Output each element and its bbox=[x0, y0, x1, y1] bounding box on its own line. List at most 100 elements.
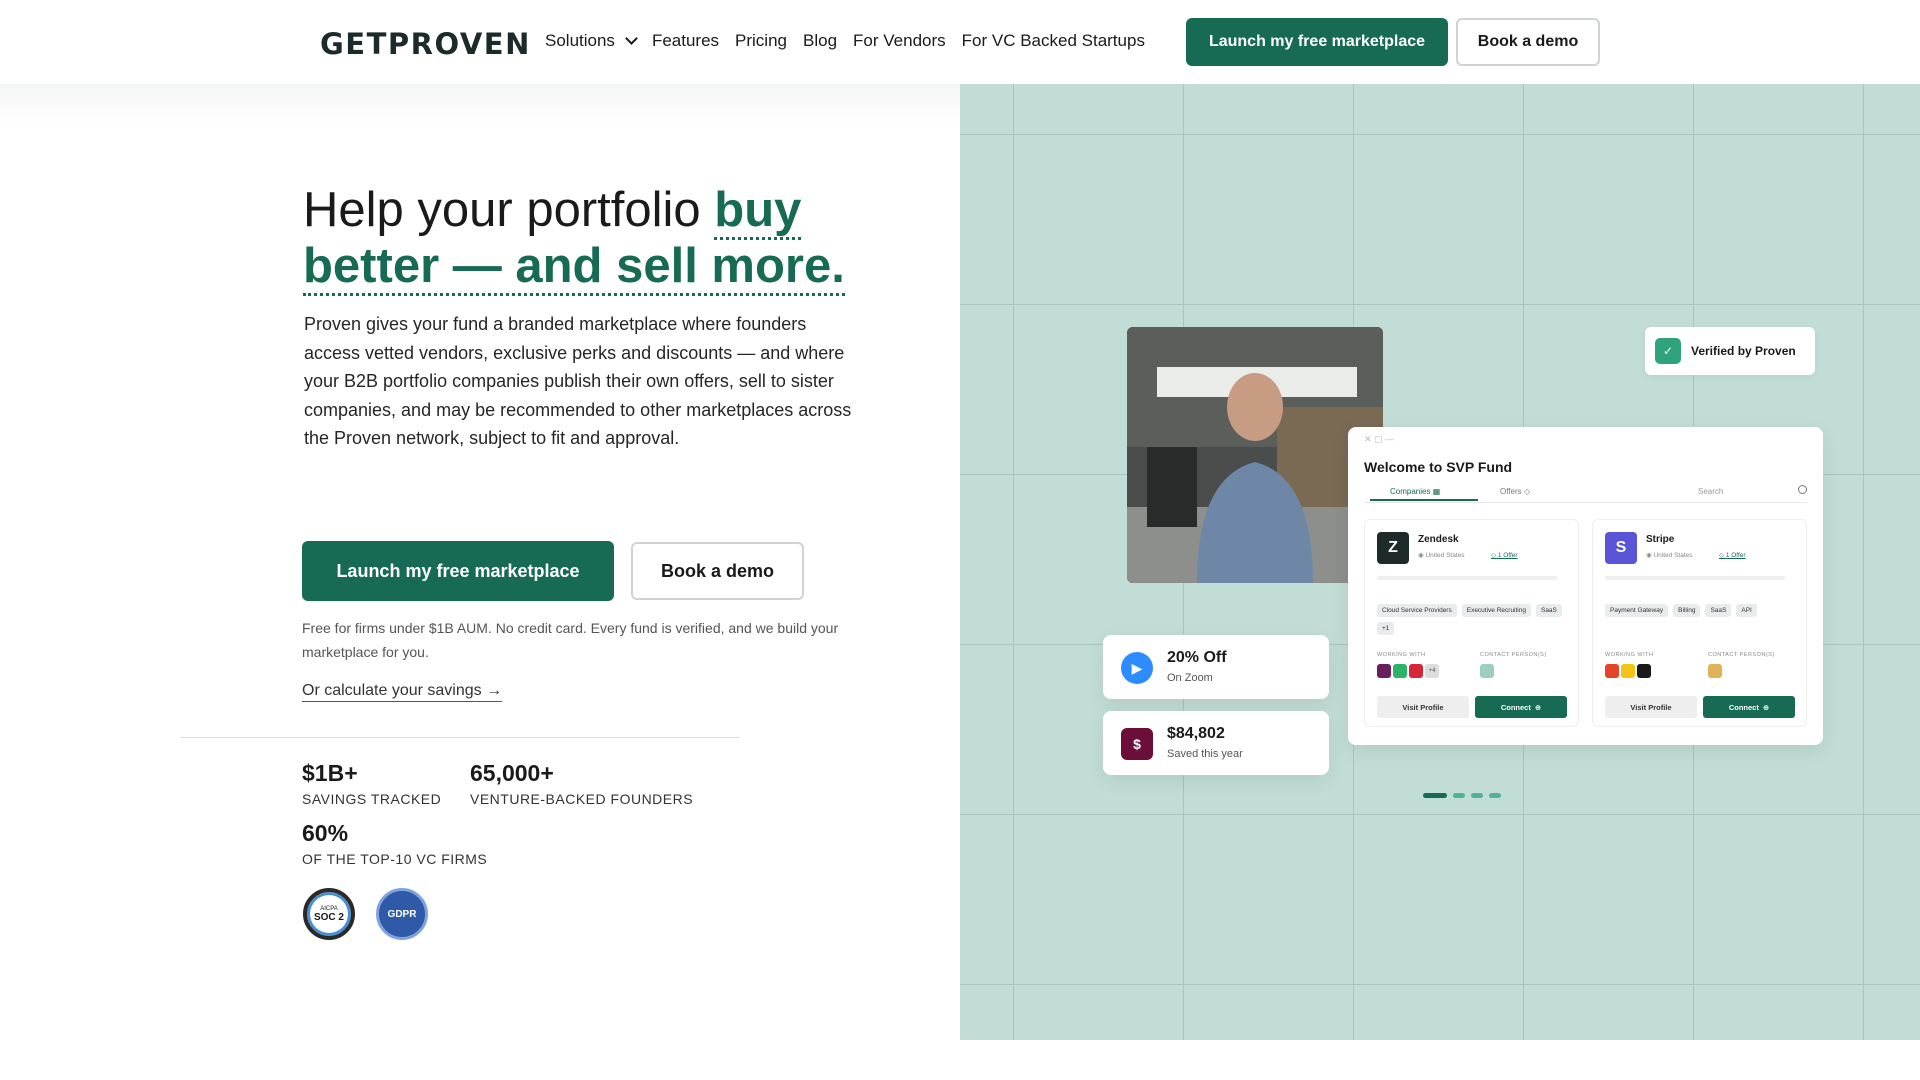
stripe-logo-icon: S bbox=[1605, 532, 1637, 564]
contact-avatar bbox=[1708, 664, 1722, 678]
tab-divider bbox=[1364, 502, 1807, 503]
divider bbox=[180, 737, 740, 738]
tab-companies-label: Companies bbox=[1390, 487, 1431, 496]
tag: SaaS bbox=[1535, 604, 1562, 617]
nav-pricing[interactable]: Pricing bbox=[735, 31, 787, 51]
calculate-savings-link[interactable]: Or calculate your savings → bbox=[302, 682, 503, 702]
plus-circle-icon: ⊕ bbox=[1762, 702, 1770, 712]
company-card-stripe[interactable]: S Stripe ◉ United States ◇ 1 Offer Payme… bbox=[1592, 519, 1807, 727]
verified-label: Verified by Proven bbox=[1691, 344, 1796, 358]
nav-shadow bbox=[0, 84, 960, 124]
tag: Executive Recruiting bbox=[1461, 604, 1531, 617]
grid-line bbox=[960, 134, 1920, 135]
logo[interactable]: GETPROVEN bbox=[320, 27, 531, 61]
tag: API bbox=[1736, 604, 1757, 617]
contact-avatar bbox=[1480, 664, 1494, 678]
description-placeholder bbox=[1377, 576, 1557, 580]
headline-accent-sell: better — and sell more. bbox=[303, 239, 845, 296]
tag-list: Cloud Service Providers Executive Recrui… bbox=[1377, 604, 1567, 635]
carousel-dot[interactable] bbox=[1453, 793, 1465, 798]
offer-link[interactable]: ◇ 1 Offer bbox=[1719, 551, 1746, 559]
carousel-dot-active[interactable] bbox=[1423, 793, 1447, 798]
stat-label: OF THE TOP-10 VC FIRMS bbox=[302, 851, 488, 867]
nav-features[interactable]: Features bbox=[652, 31, 719, 51]
visit-profile-button[interactable]: Visit Profile bbox=[1605, 696, 1697, 718]
stat-label: SAVINGS TRACKED bbox=[302, 791, 442, 807]
nav-links: Solutions Features Pricing Blog For Vend… bbox=[545, 31, 1145, 51]
headline-plain: Help your portfolio bbox=[303, 183, 715, 237]
headline-accent-buy: buy bbox=[714, 183, 802, 240]
zoom-offer-sub: On Zoom bbox=[1167, 672, 1213, 684]
partner-logo-icon bbox=[1393, 664, 1407, 678]
founder-photo-illustration bbox=[1127, 327, 1383, 583]
stat-vc-firms: 60% OF THE TOP-10 VC FIRMS bbox=[302, 820, 487, 867]
tag: +1 bbox=[1377, 622, 1395, 635]
stat-founders: 65,000+ VENTURE-BACKED FOUNDERS bbox=[470, 760, 693, 807]
connect-button[interactable]: Connect ⊕ bbox=[1703, 696, 1795, 718]
company-name: Zendesk bbox=[1418, 534, 1459, 545]
company-location: ◉ United States bbox=[1418, 552, 1465, 559]
carousel-dot[interactable] bbox=[1489, 793, 1501, 798]
offer-text: 1 Offer bbox=[1497, 552, 1518, 559]
top-nav: GETPROVEN Solutions Features Pricing Blo… bbox=[0, 0, 1920, 84]
savings-sub: Saved this year bbox=[1167, 748, 1243, 760]
tag: Payment Gateway bbox=[1605, 604, 1669, 617]
location-text: United States bbox=[1653, 552, 1693, 559]
gdpr-badge-label: GDPR bbox=[387, 908, 417, 920]
company-location: ◉ United States bbox=[1646, 552, 1693, 559]
zendesk-logo-icon: Z bbox=[1377, 532, 1409, 564]
description-placeholder bbox=[1605, 576, 1785, 580]
contact-label: CONTACT PERSON(S) bbox=[1708, 652, 1775, 658]
tab-offers[interactable]: Offers ◇ bbox=[1500, 487, 1530, 496]
offer-text: 1 Offer bbox=[1725, 552, 1746, 559]
visit-profile-button[interactable]: Visit Profile bbox=[1377, 696, 1469, 718]
zoom-offer-card: ▶ 20% Off On Zoom bbox=[1103, 635, 1329, 699]
verified-badge: ✓ Verified by Proven bbox=[1645, 327, 1815, 375]
nav-for-vc-backed-startups[interactable]: For VC Backed Startups bbox=[962, 31, 1145, 51]
working-with-label: WORKING WITH bbox=[1605, 652, 1654, 658]
nav-launch-marketplace-button[interactable]: Launch my free marketplace bbox=[1186, 18, 1448, 66]
connect-label: Connect bbox=[1728, 702, 1759, 712]
grid-line bbox=[960, 304, 1920, 305]
partner-logos: +4 bbox=[1377, 664, 1439, 678]
contact-label: CONTACT PERSON(S) bbox=[1480, 652, 1547, 658]
nav-for-vendors[interactable]: For Vendors bbox=[853, 31, 946, 51]
soc2-badge-icon: AICPA SOC 2 bbox=[303, 888, 355, 940]
soc2-badge-main: SOC 2 bbox=[313, 911, 344, 923]
marketplace-app-window: ✕ ▢ — Welcome to SVP Fund Companies ▦ Of… bbox=[1348, 427, 1823, 745]
savings-value: $84,802 bbox=[1167, 725, 1225, 742]
savings-card: $ $84,802 Saved this year bbox=[1103, 711, 1329, 775]
tag: Billing bbox=[1673, 604, 1701, 617]
dollar-icon: $ bbox=[1121, 728, 1153, 760]
nav-blog[interactable]: Blog bbox=[803, 31, 837, 51]
fine-print: Free for firms under $1B AUM. No credit … bbox=[302, 620, 839, 660]
tag: SaaS bbox=[1705, 604, 1732, 617]
stat-value: $1B+ bbox=[302, 760, 358, 786]
hero-preview-panel: ✓ Verified by Proven ✕ ▢ — Welcome to SV… bbox=[960, 84, 1920, 1040]
carousel-dot[interactable] bbox=[1471, 793, 1483, 798]
connect-button[interactable]: Connect ⊕ bbox=[1475, 696, 1567, 718]
grid-line bbox=[1013, 84, 1014, 1040]
working-with-label: WORKING WITH bbox=[1377, 652, 1426, 658]
partner-logos bbox=[1605, 664, 1651, 678]
hero-launch-marketplace-button[interactable]: Launch my free marketplace bbox=[302, 541, 614, 601]
hero-headline: Help your portfolio buy better — and sell… bbox=[303, 182, 923, 296]
offer-link[interactable]: ◇ 1 Offer bbox=[1491, 551, 1518, 559]
founder-photo bbox=[1127, 327, 1383, 583]
tag: Cloud Service Providers bbox=[1377, 604, 1457, 617]
nav-book-demo-button[interactable]: Book a demo bbox=[1456, 18, 1600, 66]
connect-label: Connect bbox=[1500, 702, 1531, 712]
hero-book-demo-button[interactable]: Book a demo bbox=[631, 542, 804, 600]
nav-solutions[interactable]: Solutions bbox=[545, 31, 638, 51]
search-icon[interactable] bbox=[1798, 485, 1807, 494]
grid-line bbox=[1863, 84, 1864, 1040]
tab-companies[interactable]: Companies ▦ bbox=[1370, 487, 1478, 501]
partner-more-count: +4 bbox=[1425, 664, 1439, 678]
stat-savings: $1B+ SAVINGS TRACKED bbox=[302, 760, 441, 807]
search-input[interactable]: Search bbox=[1698, 487, 1723, 496]
chevron-down-icon bbox=[625, 32, 638, 45]
building-icon: ▦ bbox=[1432, 487, 1441, 496]
company-card-zendesk[interactable]: Z Zendesk ◉ United States ◇ 1 Offer Clou… bbox=[1364, 519, 1579, 727]
app-title: Welcome to SVP Fund bbox=[1364, 459, 1513, 475]
zoom-offer-value: 20% Off bbox=[1167, 649, 1227, 666]
